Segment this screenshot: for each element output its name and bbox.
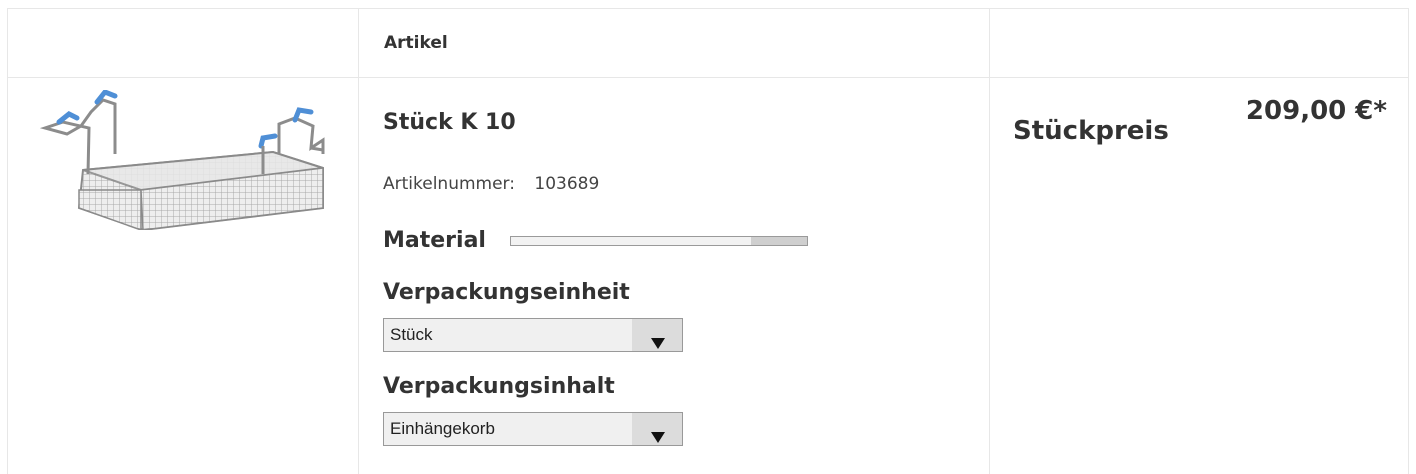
packaging-content-label: Verpackungsinhalt bbox=[383, 374, 615, 399]
article-cell: Stück K 10 Artikelnummer: 103689 Materia… bbox=[383, 78, 983, 474]
wire-basket-image[interactable] bbox=[23, 90, 343, 230]
product-title[interactable]: Stück K 10 bbox=[383, 110, 516, 135]
chevron-down-icon[interactable] bbox=[632, 319, 682, 351]
header-article: Artikel bbox=[384, 32, 448, 53]
column-divider bbox=[989, 8, 990, 474]
column-divider bbox=[358, 8, 359, 474]
packaging-content-select[interactable]: Einhängekorb bbox=[383, 412, 683, 446]
material-label: Material bbox=[383, 228, 486, 253]
cart-table: Artikel Stückpreis Stück K 10 Artikelnum… bbox=[7, 0, 1409, 474]
packaging-unit-value: Stück bbox=[390, 325, 433, 344]
article-number-row: Artikelnummer: 103689 bbox=[383, 174, 599, 194]
material-row: Material bbox=[383, 228, 808, 253]
material-bar-fill bbox=[510, 236, 751, 245]
packaging-content-value: Einhängekorb bbox=[390, 419, 495, 438]
packaging-unit-select[interactable]: Stück bbox=[383, 318, 683, 352]
unit-price: 209,00 €* bbox=[1245, 96, 1387, 126]
article-number: 103689 bbox=[534, 174, 600, 194]
packaging-unit-label: Verpackungseinheit bbox=[383, 280, 630, 305]
material-bar bbox=[509, 235, 808, 246]
column-divider bbox=[7, 8, 8, 474]
column-divider bbox=[1408, 8, 1409, 474]
chevron-down-icon[interactable] bbox=[632, 413, 682, 445]
table-top-border bbox=[7, 8, 1409, 9]
article-number-label: Artikelnummer: bbox=[383, 174, 515, 194]
